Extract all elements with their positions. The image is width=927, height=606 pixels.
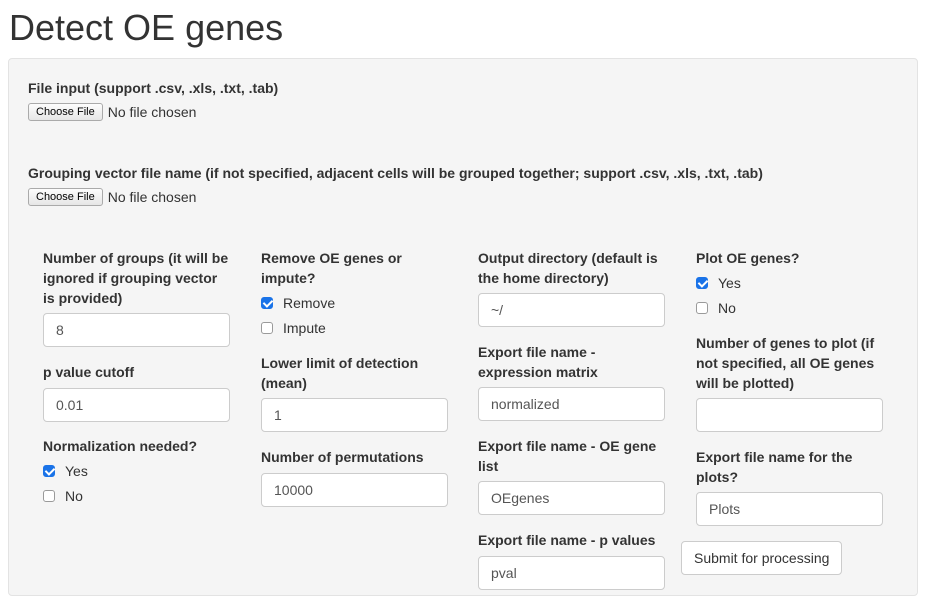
- pvalue-label: p value cutoff: [43, 364, 135, 380]
- remove-option-label: Remove: [283, 295, 336, 311]
- impute-option-label: Impute: [283, 320, 326, 336]
- file-input-status: No file chosen: [107, 104, 197, 120]
- lower-limit-label: Lower limit of detection (mean): [261, 355, 419, 391]
- normalization-label: Normalization needed?: [43, 438, 198, 454]
- export-plots-input[interactable]: [696, 492, 883, 526]
- plot-oe-yes-checkbox[interactable]: [696, 277, 708, 289]
- grouping-input-choose-button[interactable]: Choose File: [28, 188, 103, 206]
- page-title: Detect OE genes: [9, 7, 284, 48]
- num-plot-label: Number of genes to plot (if not specifie…: [696, 335, 875, 391]
- normalization-no-option[interactable]: No: [43, 486, 83, 506]
- export-plots-label: Export file name for the plots?: [696, 449, 853, 485]
- normalization-yes-option[interactable]: Yes: [43, 461, 88, 481]
- export-oe-label: Export file name - OE gene list: [478, 438, 657, 474]
- normalization-no-checkbox[interactable]: [43, 490, 55, 502]
- num-groups-input[interactable]: [43, 313, 230, 347]
- input-panel: File input (support .csv, .xls, .txt, .t…: [8, 58, 918, 596]
- pvalue-input[interactable]: [43, 388, 230, 422]
- normalization-yes-checkbox[interactable]: [43, 465, 55, 477]
- export-pval-input[interactable]: [478, 556, 665, 590]
- normalization-yes-label: Yes: [65, 463, 88, 479]
- file-input-label: File input (support .csv, .xls, .txt, .t…: [28, 80, 279, 96]
- impute-checkbox[interactable]: [261, 322, 273, 334]
- plot-oe-yes-label: Yes: [718, 275, 741, 291]
- remove-oe-label: Remove OE genes or impute?: [261, 250, 402, 286]
- remove-checkbox[interactable]: [261, 297, 273, 309]
- num-plot-input[interactable]: [696, 398, 883, 432]
- impute-option[interactable]: Impute: [261, 318, 326, 338]
- file-input-choose-button[interactable]: Choose File: [28, 103, 103, 121]
- plot-oe-no-option[interactable]: No: [696, 298, 736, 318]
- plot-oe-no-label: No: [718, 300, 736, 316]
- submit-button[interactable]: Submit for processing: [681, 541, 843, 575]
- lower-limit-input[interactable]: [261, 398, 448, 432]
- grouping-input-control: Choose File No file chosen: [28, 186, 196, 208]
- grouping-input-label: Grouping vector file name (if not specif…: [28, 165, 763, 181]
- export-expr-label: Export file name - expression matrix: [478, 344, 598, 380]
- export-oe-input[interactable]: [478, 481, 665, 515]
- output-dir-input[interactable]: [478, 293, 665, 327]
- export-pval-label: Export file name - p values: [478, 532, 656, 548]
- grouping-input-status: No file chosen: [107, 189, 197, 205]
- remove-option[interactable]: Remove: [261, 293, 335, 313]
- permutations-label: Number of permutations: [261, 449, 424, 465]
- export-expr-input[interactable]: [478, 387, 665, 421]
- num-groups-label: Number of groups (it will be ignored if …: [43, 250, 229, 306]
- plot-oe-label: Plot OE genes?: [696, 250, 800, 266]
- plot-oe-no-checkbox[interactable]: [696, 302, 708, 314]
- file-input-control: Choose File No file chosen: [28, 101, 196, 123]
- output-dir-label: Output directory (default is the home di…: [478, 250, 658, 286]
- plot-oe-yes-option[interactable]: Yes: [696, 273, 741, 293]
- normalization-no-label: No: [65, 488, 83, 504]
- permutations-input[interactable]: [261, 473, 448, 507]
